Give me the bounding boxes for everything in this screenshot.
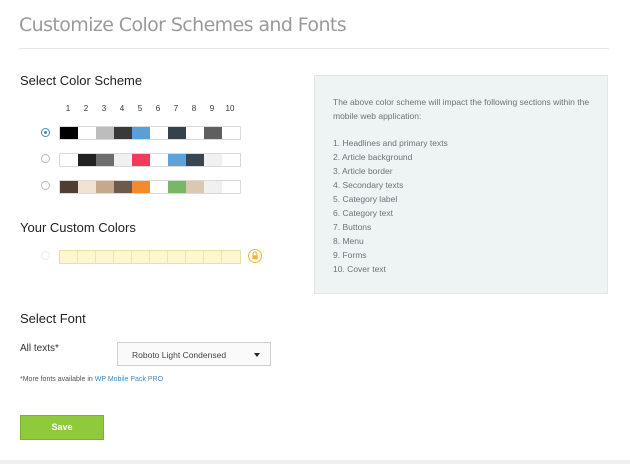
scheme-swatches-1[interactable] — [59, 126, 241, 140]
custom-swatch — [186, 251, 204, 263]
info-list-item: 3. Article border — [333, 166, 393, 176]
color-swatch — [132, 181, 150, 193]
custom-swatch — [114, 251, 132, 263]
color-swatch — [222, 181, 240, 193]
scheme-radio-3[interactable] — [41, 181, 50, 190]
column-number: 6 — [155, 104, 161, 113]
scheme-radio-2[interactable] — [41, 154, 50, 163]
color-swatch — [78, 181, 96, 193]
color-swatch — [204, 154, 222, 166]
font-field-label: All texts* — [20, 343, 59, 354]
info-list-item: 7. Buttons — [333, 222, 372, 232]
info-list-item: 2. Article background — [333, 152, 413, 162]
color-swatch — [60, 127, 78, 139]
info-intro: The above color scheme will impact the f… — [333, 97, 590, 121]
font-select[interactable]: Roboto Light Condensed — [117, 342, 271, 366]
info-list-item: 6. Category text — [333, 208, 394, 218]
custom-swatch — [222, 251, 240, 263]
column-number: 3 — [101, 104, 107, 113]
color-swatch — [150, 181, 168, 193]
font-select-value: Roboto Light Condensed — [132, 350, 227, 360]
info-list: 1. Headlines and primary texts 2. Articl… — [333, 136, 448, 276]
custom-swatch — [60, 251, 78, 263]
column-number: 7 — [173, 104, 179, 113]
chevron-down-icon — [254, 353, 260, 357]
color-swatch — [150, 154, 168, 166]
color-swatch — [114, 154, 132, 166]
pro-link[interactable]: WP Mobile Pack PRO — [95, 376, 163, 383]
info-panel: The above color scheme will impact the f… — [314, 75, 608, 294]
custom-colors-heading: Your Custom Colors — [20, 220, 136, 235]
custom-colors-radio — [41, 251, 50, 260]
custom-swatch — [132, 251, 150, 263]
column-number: 2 — [83, 104, 89, 113]
color-swatch — [150, 127, 168, 139]
color-swatch — [222, 127, 240, 139]
column-number: 5 — [137, 104, 143, 113]
color-swatch — [186, 154, 204, 166]
info-list-item: 10. Cover text — [333, 264, 386, 274]
save-button[interactable]: Save — [20, 415, 104, 440]
scheme-radio-1[interactable] — [41, 128, 50, 137]
column-number: 10 — [225, 104, 235, 113]
color-swatch — [186, 181, 204, 193]
more-fonts-note: *More fonts available in WP Mobile Pack … — [20, 376, 163, 383]
column-number: 8 — [191, 104, 197, 113]
color-swatch — [60, 181, 78, 193]
color-swatch — [60, 154, 78, 166]
color-swatch — [96, 181, 114, 193]
color-swatch — [96, 127, 114, 139]
color-swatch — [132, 127, 150, 139]
select-font-heading: Select Font — [20, 311, 86, 326]
info-list-item: 8. Menu — [333, 236, 364, 246]
info-list-item: 5. Category label — [333, 194, 398, 204]
custom-swatch — [78, 251, 96, 263]
color-swatch — [186, 127, 204, 139]
info-list-item: 9. Forms — [333, 250, 367, 260]
more-fonts-text: *More fonts available in — [20, 376, 95, 383]
color-scheme-heading: Select Color Scheme — [20, 73, 143, 88]
column-number: 9 — [209, 104, 215, 113]
color-swatch — [168, 154, 186, 166]
column-number: 1 — [65, 104, 71, 113]
custom-swatch — [168, 251, 186, 263]
scheme-swatches-3[interactable] — [59, 180, 241, 194]
page-title: Customize Color Schemes and Fonts — [19, 14, 347, 36]
column-number: 4 — [119, 104, 125, 113]
custom-swatch — [204, 251, 222, 263]
custom-swatch — [150, 251, 168, 263]
color-swatch — [78, 154, 96, 166]
bottom-divider — [0, 460, 630, 464]
color-swatch — [78, 127, 96, 139]
scheme-swatches-2[interactable] — [59, 153, 241, 167]
color-swatch — [222, 154, 240, 166]
info-list-item: 1. Headlines and primary texts — [333, 138, 448, 148]
custom-color-swatches — [59, 250, 241, 264]
title-divider — [19, 48, 609, 49]
color-swatch — [204, 127, 222, 139]
color-swatch — [168, 127, 186, 139]
info-list-item: 4. Secondary texts — [333, 180, 404, 190]
color-swatch — [132, 154, 150, 166]
lock-icon[interactable] — [248, 249, 262, 263]
color-swatch — [114, 181, 132, 193]
color-swatch — [114, 127, 132, 139]
color-swatch — [204, 181, 222, 193]
color-swatch — [96, 154, 114, 166]
color-swatch — [168, 181, 186, 193]
custom-swatch — [96, 251, 114, 263]
